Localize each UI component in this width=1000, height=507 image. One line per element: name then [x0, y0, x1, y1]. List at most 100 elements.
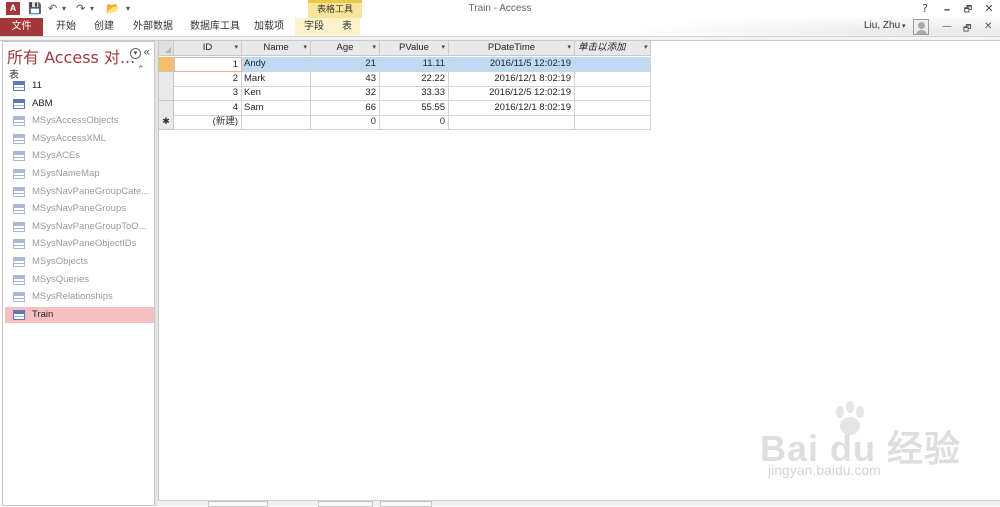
column-header-age[interactable]: Age ▾ [311, 41, 380, 56]
minimize-icon[interactable]: 🗕 [940, 2, 954, 18]
save-icon[interactable]: 💾 [28, 1, 42, 17]
table-cell[interactable]: Ken [242, 86, 311, 101]
table-cell[interactable]: 3 [174, 86, 242, 101]
table-cell[interactable]: Sam [242, 100, 311, 116]
sidebar-item-msysnavpanegrouptoo[interactable]: MSysNavPaneGroupToO... [5, 219, 154, 235]
record-selector[interactable] [159, 86, 174, 101]
sidebar-item-msysnavpaneobjectids[interactable]: MSysNavPaneObjectIDs [5, 236, 154, 252]
tab-home[interactable]: 开始 [56, 18, 76, 36]
tab-create[interactable]: 创建 [94, 18, 114, 36]
chevron-down-icon[interactable]: ▾ [567, 41, 571, 55]
chevron-down-icon[interactable]: ▾ [643, 41, 647, 55]
table-cell[interactable]: 0 [380, 115, 449, 130]
open-folder-icon[interactable]: 📂 [106, 1, 120, 17]
table-cell[interactable]: 2016/11/5 12:02:19 [449, 57, 575, 72]
table-row[interactable]: 4 Sam 66 55.55 2016/12/1 8:02:19 [159, 100, 651, 116]
chevron-down-icon[interactable]: ▾ [303, 41, 307, 55]
ribbon-minimize-icon[interactable]: — [942, 21, 952, 32]
redo-icon[interactable]: ↷ [76, 1, 85, 17]
select-all-corner[interactable] [159, 41, 174, 56]
table-cell[interactable]: 4 [174, 100, 242, 116]
sidebar-item-msysaccessobjects[interactable]: MSysAccessObjects [5, 113, 154, 129]
chevron-down-icon[interactable]: ▾ [234, 41, 238, 55]
table-cell[interactable]: 43 [311, 71, 380, 87]
table-row[interactable]: 3 Ken 32 33.33 2016/12/5 12:02:19 [159, 86, 651, 101]
tab-add-ins[interactable]: 加载项 [254, 18, 284, 36]
tab-external-data[interactable]: 外部数据 [133, 18, 173, 36]
table-cell[interactable] [575, 71, 651, 87]
table-cell[interactable]: 11.11 [380, 57, 449, 72]
table-cell[interactable]: 0 [311, 115, 380, 130]
column-header-name[interactable]: Name ▾ [242, 41, 311, 56]
table-cell[interactable]: Andy [242, 57, 311, 72]
nav-pane-title[interactable]: 所有 Access 对... [7, 44, 135, 68]
column-header-pvalue[interactable]: PValue ▾ [380, 41, 449, 56]
tab-database-tools[interactable]: 数据库工具 [190, 18, 240, 36]
record-selector[interactable]: ✱ [159, 115, 174, 130]
chevron-up-icon[interactable]: ⌃ [137, 65, 145, 75]
table-cell[interactable]: 55.55 [380, 100, 449, 116]
table-cell[interactable]: Mark [242, 71, 311, 87]
sidebar-item-msysnavpanegroupcate[interactable]: MSysNavPaneGroupCate... [5, 184, 154, 200]
avatar[interactable] [913, 19, 929, 35]
sidebar-item-msysnamemap[interactable]: MSysNameMap [5, 166, 154, 182]
undo-icon[interactable]: ↶ [48, 1, 57, 17]
table-cell[interactable]: 32 [311, 86, 380, 101]
record-navigator[interactable] [208, 501, 268, 507]
table-cell[interactable]: 2 [174, 71, 242, 87]
sidebar-item-11[interactable]: 11 [5, 78, 154, 94]
table-cell[interactable]: 2016/12/5 12:02:19 [449, 86, 575, 101]
table-cell[interactable] [242, 115, 311, 130]
column-header-pdatetime[interactable]: PDateTime ▾ [449, 41, 575, 56]
column-header-id[interactable]: ID ▾ [174, 41, 242, 56]
sidebar-item-train[interactable]: Train [5, 306, 154, 323]
table-cell[interactable]: 1 [174, 57, 242, 72]
user-name[interactable]: Liu, Zhu [864, 20, 900, 31]
table-cell[interactable]: 66 [311, 100, 380, 116]
nav-collapse-icon[interactable]: « [143, 45, 150, 59]
table-cell[interactable] [575, 115, 651, 130]
sidebar-item-msysnavpanegroups[interactable]: MSysNavPaneGroups [5, 201, 154, 217]
table-cell[interactable]: 21 [311, 57, 380, 72]
table-cell[interactable]: 33.33 [380, 86, 449, 101]
sidebar-item-msysqueries[interactable]: MSysQueries [5, 272, 154, 288]
search-box[interactable] [380, 501, 432, 507]
ribbon-close-icon[interactable]: ✕ [984, 21, 992, 32]
sidebar-item-abm[interactable]: ABM [5, 96, 154, 112]
ribbon-restore-icon[interactable]: 🗗 [963, 21, 971, 37]
chevron-down-icon[interactable]: ▾ [441, 41, 445, 55]
nav-dropdown-icon[interactable]: ▾ [130, 48, 141, 59]
record-selector[interactable] [159, 57, 174, 72]
table-cell[interactable] [575, 100, 651, 116]
customize-qat-icon[interactable]: ▾ [126, 1, 130, 17]
tab-fields[interactable]: 字段 [304, 18, 324, 36]
sidebar-item-msysobjects[interactable]: MSysObjects [5, 254, 154, 270]
record-selector[interactable] [159, 100, 174, 116]
tab-file[interactable]: 文件 [0, 18, 43, 36]
table-cell[interactable]: (新建) [174, 115, 242, 130]
user-dropdown-icon[interactable]: ▾ [902, 22, 906, 30]
chevron-down-icon[interactable]: ▾ [372, 41, 376, 55]
table-cell[interactable]: 22.22 [380, 71, 449, 87]
help-icon[interactable]: ? [918, 2, 932, 15]
record-selector[interactable] [159, 71, 174, 87]
sidebar-item-msysaces[interactable]: MSysACEs [5, 148, 154, 164]
sidebar-item-msysaccessxml[interactable]: MSysAccessXML [5, 131, 154, 147]
tab-table[interactable]: 表 [342, 18, 352, 36]
column-header-click-to-add[interactable]: 单击以添加 ▾ [575, 41, 651, 56]
table-cell[interactable] [449, 115, 575, 130]
table-cell[interactable] [575, 86, 651, 101]
table-cell[interactable]: 2016/12/1 8:02:19 [449, 100, 575, 116]
table-cell[interactable] [575, 57, 651, 72]
table-row[interactable]: 1 Andy 21 11.11 2016/11/5 12:02:19 [159, 57, 651, 72]
access-app-icon[interactable]: A [6, 2, 20, 15]
undo-dropdown-icon[interactable]: ▾ [62, 1, 66, 17]
redo-dropdown-icon[interactable]: ▾ [90, 1, 94, 17]
table-row[interactable]: 2 Mark 43 22.22 2016/12/1 8:02:19 [159, 71, 651, 87]
restore-icon[interactable]: 🗗 [961, 2, 975, 18]
sidebar-item-msysrelationships[interactable]: MSysRelationships [5, 289, 154, 305]
table-cell[interactable]: 2016/12/1 8:02:19 [449, 71, 575, 87]
close-icon[interactable]: ✕ [982, 2, 996, 15]
new-record-row[interactable]: ✱ (新建) 0 0 [159, 115, 651, 130]
filter-indicator[interactable] [318, 501, 373, 507]
